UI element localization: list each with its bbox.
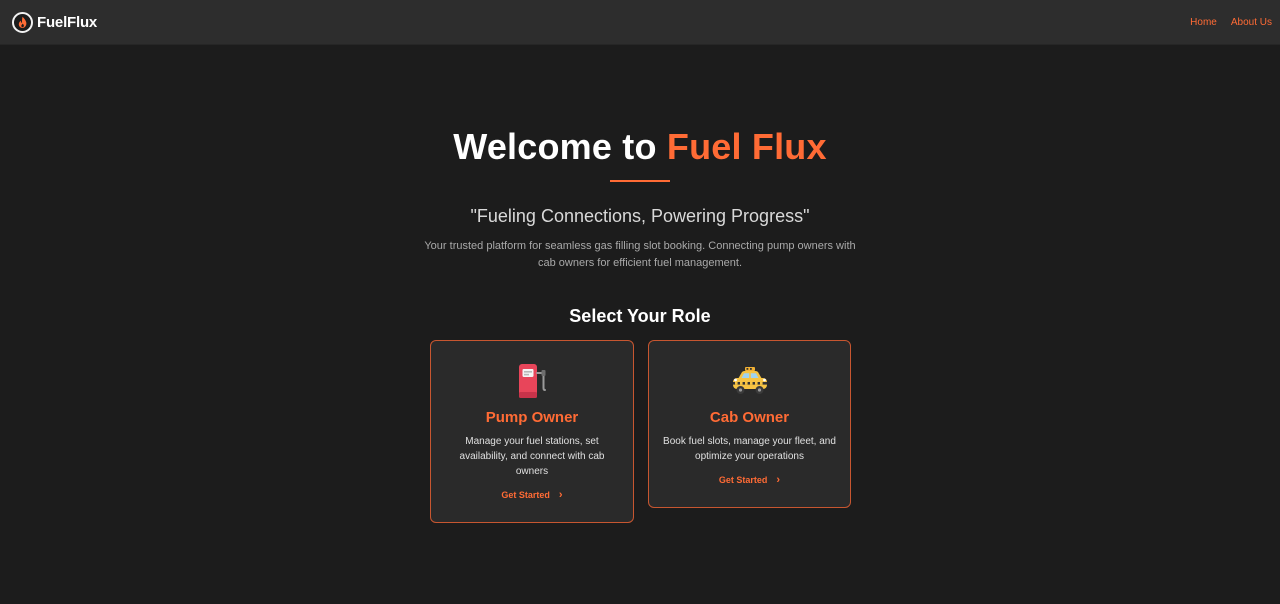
chevron-right-icon: ›: [558, 489, 563, 501]
brand-link[interactable]: FuelFlux: [12, 11, 98, 33]
nav-links: Home About Us: [1190, 17, 1272, 28]
fuel-pump-icon: [445, 362, 619, 400]
role-cards: Pump Owner Manage your fuel stations, se…: [430, 340, 851, 523]
tagline: "Fueling Connections, Powering Progress": [470, 206, 810, 226]
title-prefix: Welcome to: [453, 126, 657, 167]
hero-section: Welcome to Fuel Flux "Fueling Connection…: [0, 45, 1280, 327]
nav-about-link[interactable]: About Us: [1231, 17, 1272, 28]
flame-icon: [12, 11, 33, 33]
role-heading: Select Your Role: [569, 306, 711, 326]
card-title: Pump Owner: [485, 409, 579, 426]
get-started-link[interactable]: Get Started ›: [501, 489, 563, 501]
nav-home-link[interactable]: Home: [1190, 17, 1217, 28]
cab-owner-card[interactable]: Cab Owner Book fuel slots, manage your f…: [648, 340, 851, 508]
pump-owner-card[interactable]: Pump Owner Manage your fuel stations, se…: [430, 340, 634, 523]
hero-description: Your trusted platform for seamless gas f…: [424, 240, 856, 269]
navbar: FuelFlux Home About Us: [0, 0, 1280, 45]
page-title: Welcome to Fuel Flux: [0, 127, 1280, 167]
chevron-right-icon: ›: [776, 474, 781, 486]
card-description: Manage your fuel stations, set availabil…: [459, 436, 605, 477]
cta-label: Get Started: [718, 475, 768, 485]
card-description: Book fuel slots, manage your fleet, and …: [663, 436, 836, 462]
brand-name: FuelFlux: [37, 13, 98, 31]
taxi-icon: [663, 362, 836, 400]
card-title: Cab Owner: [709, 409, 790, 426]
title-accent: Fuel Flux: [666, 126, 827, 167]
get-started-link[interactable]: Get Started ›: [718, 474, 781, 486]
cta-label: Get Started: [501, 490, 550, 500]
title-underline: [610, 180, 670, 182]
